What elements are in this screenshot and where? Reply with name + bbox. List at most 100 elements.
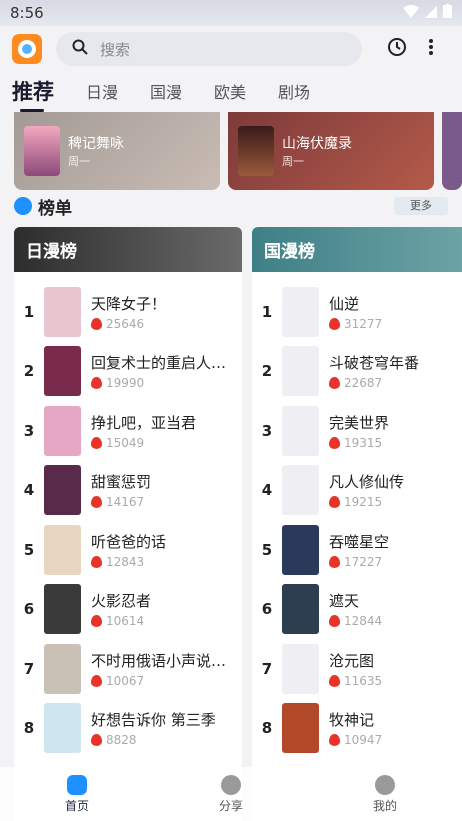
rank-score: 22687 (329, 376, 462, 390)
rank-row[interactable]: 4 甜蜜惩罚 14167 (14, 461, 242, 521)
bottom-nav: 首页 分享 我的 (0, 767, 462, 821)
rank-row[interactable]: 6 遮天 12844 (252, 580, 462, 640)
nav-mine[interactable]: 我的 (308, 767, 462, 821)
flame-icon (329, 734, 340, 747)
rank-info: 遮天 12844 (329, 590, 462, 628)
banner-card[interactable]: 山海伏魔录 周一 (228, 112, 434, 190)
rank-row[interactable]: 3 完美世界 19315 (252, 401, 462, 461)
status-bar: 8:56 (0, 0, 462, 26)
rank-score: 10614 (91, 614, 231, 628)
rank-title: 完美世界 (329, 413, 390, 432)
rank-title: 甜蜜惩罚 (91, 473, 152, 492)
tab-japanese[interactable]: 日漫 (86, 79, 118, 103)
rank-row[interactable]: 8 好想告诉你 第三季 8828 (14, 699, 242, 759)
schedule-banners: 稗记舞咏 周一 山海伏魔录 周一 (14, 112, 462, 190)
rank-number: 7 (261, 659, 273, 678)
rank-info: 火影忍者 10614 (91, 590, 231, 628)
tab-western[interactable]: 欧美 (214, 79, 246, 103)
rank-number: 8 (23, 719, 35, 738)
banner-card-partial[interactable] (442, 112, 462, 190)
tab-theater[interactable]: 剧场 (278, 79, 310, 103)
rank-title: 不时用俄语小声说… (91, 651, 227, 670)
rank-row[interactable]: 4 凡人修仙传 19215 (252, 461, 462, 521)
banner-card[interactable]: 稗记舞咏 周一 (14, 112, 220, 190)
history-icon[interactable] (386, 36, 408, 62)
rank-number: 4 (261, 481, 273, 500)
rank-info: 甜蜜惩罚 14167 (91, 471, 231, 509)
rank-number: 8 (261, 719, 273, 738)
rank-number: 2 (23, 362, 35, 381)
tab-chinese[interactable]: 国漫 (150, 79, 182, 103)
rank-row[interactable]: 1 天降女子！ 25646 (14, 282, 242, 342)
rank-number: 5 (23, 540, 35, 559)
score-value: 14167 (106, 495, 145, 510)
rank-title: 吞噬星空 (329, 532, 390, 551)
app-bar: 搜索 (0, 26, 462, 72)
rank-row[interactable]: 6 火影忍者 10614 (14, 580, 242, 640)
panel-title[interactable]: 国漫榜 (252, 227, 462, 272)
banner-day: 周一 (282, 155, 304, 168)
rank-title: 天降女子！ (91, 294, 167, 313)
rank-row[interactable]: 7 不时用俄语小声说… 10067 (14, 639, 242, 699)
flame-icon (91, 555, 102, 568)
rank-title: 沧元图 (329, 651, 375, 670)
rank-score: 11635 (329, 674, 462, 688)
rank-info: 仙逆 31277 (329, 293, 462, 331)
status-icons (403, 4, 452, 22)
score-value: 22687 (344, 376, 383, 391)
flame-icon (329, 674, 340, 687)
rank-info: 天降女子！ 25646 (91, 293, 231, 331)
flame-icon (91, 377, 102, 390)
rank-info: 回复术士的重启人… 19990 (91, 352, 231, 390)
tab-recommend[interactable]: 推荐 (12, 76, 54, 112)
rank-title: 听爸爸的话 (91, 532, 167, 551)
rank-row[interactable]: 3 挣扎吧，亚当君 15049 (14, 401, 242, 461)
rank-row[interactable]: 7 沧元图 11635 (252, 639, 462, 699)
rank-number: 1 (261, 302, 273, 321)
more-vert-icon[interactable] (428, 38, 434, 60)
rank-row[interactable]: 1 仙逆 31277 (252, 282, 462, 342)
rank-info: 牧神记 10947 (329, 709, 462, 747)
banner-title: 山海伏魔录 (282, 136, 352, 152)
nav-share[interactable]: 分享 (154, 767, 308, 821)
app-logo[interactable] (12, 34, 42, 64)
more-button[interactable]: 更多 (394, 197, 448, 215)
rank-title: 火影忍者 (91, 592, 152, 611)
score-value: 8828 (106, 733, 137, 748)
rank-info: 斗破苍穹年番 22687 (329, 352, 462, 390)
cover-image (44, 465, 81, 516)
rank-row[interactable]: 2 斗破苍穹年番 22687 (252, 342, 462, 402)
flame-icon (91, 674, 102, 687)
flame-icon (329, 377, 340, 390)
rank-row[interactable]: 5 听爸爸的话 12843 (14, 520, 242, 580)
score-value: 10947 (344, 733, 383, 748)
flame-icon (329, 436, 340, 449)
search-input[interactable]: 搜索 (56, 32, 362, 66)
nav-label: 首页 (64, 798, 89, 813)
japanese-rank-panel: 日漫榜 1 天降女子！ 25646 2 回复术士的重启人… 19990 3 挣扎吧，亚当君 15… (14, 227, 242, 821)
rank-score: 10947 (329, 733, 462, 747)
rank-section-header: 榜单 更多 (14, 192, 448, 220)
wifi-icon (403, 4, 419, 22)
cover-image (282, 465, 319, 516)
score-value: 31277 (344, 316, 383, 331)
rank-title: 遮天 (329, 592, 360, 611)
cover-image (44, 405, 81, 456)
rank-score: 19215 (329, 495, 462, 509)
nav-label: 分享 (218, 798, 243, 813)
score-value: 11635 (344, 673, 383, 688)
rank-row[interactable]: 8 牧神记 10947 (252, 699, 462, 759)
nav-label: 我的 (372, 798, 397, 813)
rank-row[interactable]: 5 吞噬星空 17227 (252, 520, 462, 580)
rank-row[interactable]: 2 回复术士的重启人… 19990 (14, 342, 242, 402)
rank-title: 回复术士的重启人… (91, 354, 227, 373)
rank-info: 吞噬星空 17227 (329, 531, 462, 569)
nav-home[interactable]: 首页 (0, 767, 154, 821)
rank-list: 1 仙逆 31277 2 斗破苍穹年番 22687 3 完美世界 19315 4 凡人修仙传 1921… (252, 272, 462, 758)
panel-title[interactable]: 日漫榜 (14, 227, 242, 272)
rank-number: 2 (261, 362, 273, 381)
search-icon (72, 39, 88, 59)
banner-title: 稗记舞咏 (68, 136, 124, 152)
banner-cover (24, 126, 60, 176)
flame-icon (91, 615, 102, 628)
